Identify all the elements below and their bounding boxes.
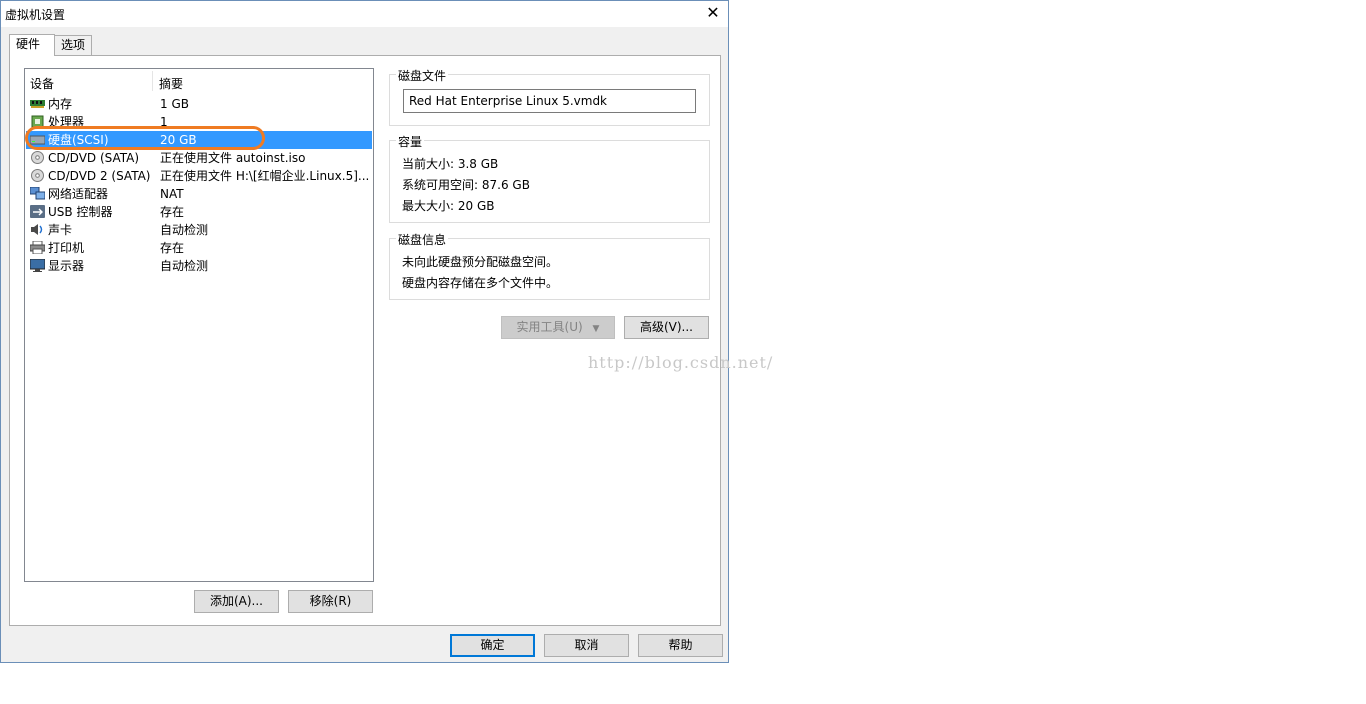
- device-summary: 自动检测: [160, 259, 209, 273]
- disk-file-field[interactable]: Red Hat Enterprise Linux 5.vmdk: [403, 89, 696, 113]
- cd-dvd-icon: [31, 169, 44, 182]
- column-device[interactable]: 设备: [30, 75, 54, 92]
- cd-dvd-icon: [31, 151, 44, 164]
- device-summary: NAT: [160, 187, 184, 201]
- close-icon[interactable]: ✕: [704, 4, 722, 22]
- printer-icon: [30, 241, 45, 254]
- device-name: CD/DVD 2 (SATA): [48, 169, 151, 183]
- device-row-memory[interactable]: 内存 1 GB: [26, 95, 372, 113]
- device-name: 内存: [48, 97, 73, 111]
- device-list[interactable]: 设备 摘要 内存 1 GB 处理器 1 硬盘(SCSI) 20 GB CD/DV…: [24, 68, 374, 582]
- network-adapter-icon: [30, 187, 45, 200]
- remove-button[interactable]: 移除(R): [288, 590, 373, 613]
- current-size-text: 当前大小: 3.8 GB: [402, 157, 499, 171]
- column-summary[interactable]: 摘要: [159, 75, 183, 92]
- device-row-cd-dvd[interactable]: CD/DVD (SATA) 正在使用文件 autoinst.iso: [26, 149, 372, 167]
- device-name: CD/DVD (SATA): [48, 151, 140, 165]
- device-name: 网络适配器: [48, 187, 109, 201]
- device-summary: 存在: [160, 241, 185, 255]
- device-summary: 自动检测: [160, 223, 209, 237]
- disk-info-line-2: 硬盘内容存储在多个文件中。: [402, 276, 559, 290]
- device-summary: 1 GB: [160, 97, 189, 111]
- help-button[interactable]: 帮助: [638, 634, 723, 657]
- add-button[interactable]: 添加(A)...: [194, 590, 279, 613]
- device-row-hard-disk[interactable]: 硬盘(SCSI) 20 GB: [26, 131, 372, 149]
- device-summary: 1: [160, 115, 168, 129]
- column-divider[interactable]: [152, 71, 153, 91]
- watermark: http://blog.csdn.net/: [588, 353, 774, 372]
- virtual-machine-settings-dialog: 虚拟机设置 ✕ 硬件 选项 设备 摘要 内存 1 GB 处理器 1 硬盘(SCS…: [0, 0, 729, 663]
- device-name: 显示器: [48, 259, 85, 273]
- device-name: 硬盘(SCSI): [48, 133, 109, 147]
- device-row-processor[interactable]: 处理器 1: [26, 113, 372, 131]
- max-size-text: 最大大小: 20 GB: [402, 199, 495, 213]
- capacity-group: 容量 当前大小: 3.8 GB 系统可用空间: 87.6 GB 最大大小: 20…: [389, 133, 710, 223]
- device-name: 声卡: [48, 223, 73, 237]
- window-title: 虚拟机设置: [5, 8, 66, 22]
- device-row-cd-dvd-2[interactable]: CD/DVD 2 (SATA) 正在使用文件 H:\[红帽企业.Linux.5]…: [26, 167, 372, 185]
- sound-card-icon: [31, 224, 43, 235]
- disk-info-line-1: 未向此硬盘预分配磁盘空间。: [402, 255, 559, 269]
- device-name: USB 控制器: [48, 205, 113, 219]
- device-row-usb-controller[interactable]: USB 控制器 存在: [26, 203, 372, 221]
- utilities-label: 实用工具(U): [516, 320, 583, 334]
- device-name: 处理器: [48, 115, 85, 129]
- available-space-text: 系统可用空间: 87.6 GB: [402, 178, 530, 192]
- device-row-display[interactable]: 显示器 自动检测: [26, 257, 372, 275]
- device-row-network-adapter[interactable]: 网络适配器 NAT: [26, 185, 372, 203]
- device-list-header: 设备 摘要: [25, 69, 373, 93]
- processor-icon: [31, 115, 44, 128]
- ok-button[interactable]: 确定: [450, 634, 535, 657]
- hardware-panel: 设备 摘要 内存 1 GB 处理器 1 硬盘(SCSI) 20 GB CD/DV…: [9, 55, 721, 626]
- device-summary: 20 GB: [160, 133, 197, 147]
- disk-info-group: 磁盘信息 未向此硬盘预分配磁盘空间。 硬盘内容存储在多个文件中。: [389, 231, 710, 300]
- hard-disk-icon: [30, 135, 45, 145]
- chevron-down-icon: ▼: [592, 324, 600, 334]
- disk-file-label: 磁盘文件: [396, 67, 449, 84]
- tab-options[interactable]: 选项: [54, 35, 92, 55]
- device-name: 打印机: [48, 241, 85, 255]
- cancel-button[interactable]: 取消: [544, 634, 629, 657]
- device-summary: 正在使用文件 H:\[红帽企业.Linux.5]...: [160, 169, 370, 183]
- title-bar: 虚拟机设置 ✕: [1, 1, 728, 27]
- device-summary: 正在使用文件 autoinst.iso: [160, 151, 306, 165]
- usb-icon: [30, 205, 45, 218]
- device-row-printer[interactable]: 打印机 存在: [26, 239, 372, 257]
- memory-icon: [30, 100, 45, 108]
- device-row-sound-card[interactable]: 声卡 自动检测: [26, 221, 372, 239]
- disk-file-group: 磁盘文件 Red Hat Enterprise Linux 5.vmdk: [389, 67, 710, 126]
- capacity-label: 容量: [396, 133, 425, 150]
- utilities-button[interactable]: 实用工具(U) ▼: [501, 316, 615, 339]
- display-icon: [30, 259, 45, 272]
- tab-hardware[interactable]: 硬件: [9, 34, 55, 56]
- advanced-button[interactable]: 高级(V)...: [624, 316, 709, 339]
- disk-info-label: 磁盘信息: [396, 231, 449, 248]
- device-summary: 存在: [160, 205, 185, 219]
